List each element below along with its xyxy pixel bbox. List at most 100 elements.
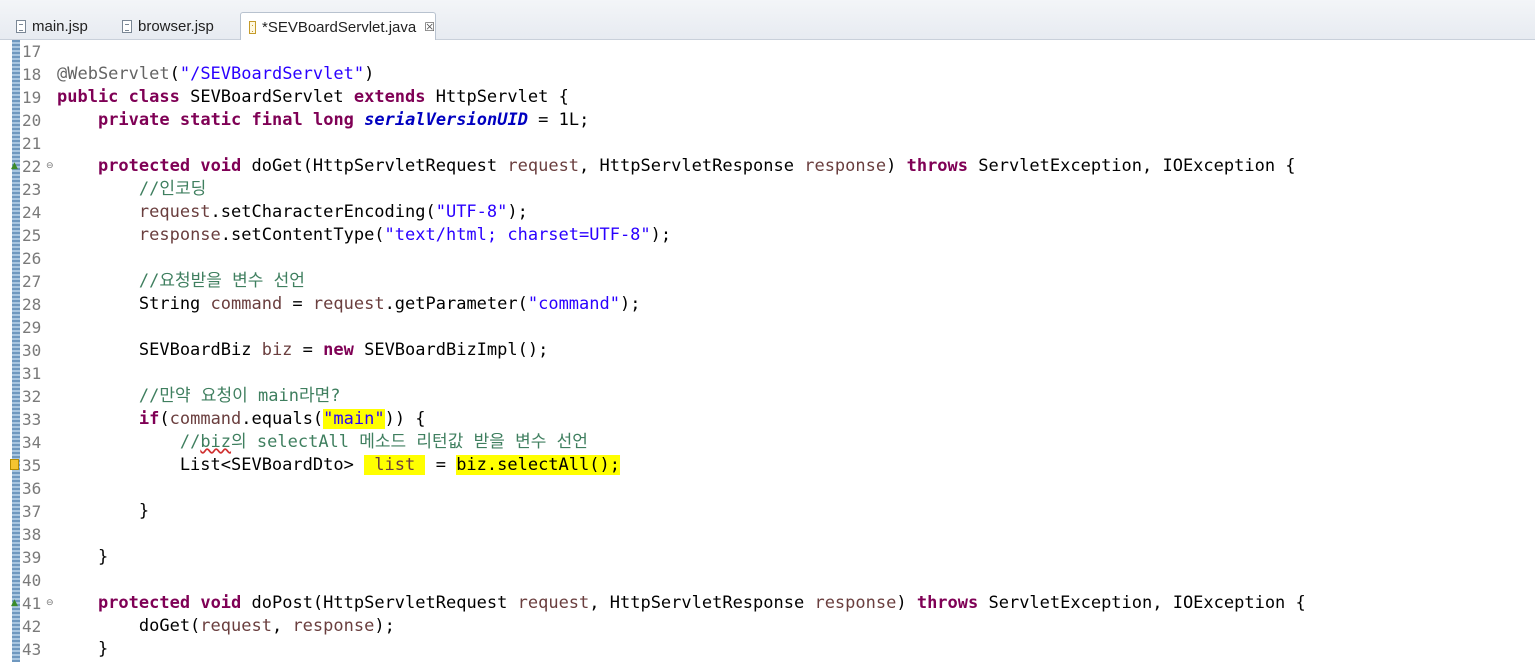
code-token: "UTF-8" — [435, 202, 508, 222]
tab-browser-jsp[interactable]: browser.jsp — [108, 12, 238, 40]
line-number: 25 — [22, 226, 42, 245]
code-line[interactable]: 17 — [0, 40, 1535, 63]
code-token: private — [97, 110, 170, 130]
code-token: = 1L; — [527, 110, 590, 130]
code-token: .setContentType( — [220, 225, 385, 245]
line-number: 24 — [22, 203, 42, 222]
code-token: 의 selectAll 메소드 리턴값 받을 변수 선언 — [231, 432, 588, 452]
code-text: List<SEVBoardDto> list = biz.selectAll()… — [57, 454, 620, 477]
code-line[interactable]: 21 — [0, 132, 1535, 155]
tab-sevboardservlet-java[interactable]: *SEVBoardServlet.java ☒ — [240, 12, 436, 41]
code-text: //인코딩 — [57, 178, 206, 201]
code-token: = — [282, 294, 313, 314]
code-line[interactable]: 26 — [0, 247, 1535, 270]
code-line[interactable]: 33 if(command.equals("main")) { — [0, 408, 1535, 431]
code-line[interactable]: 20 private static final long serialVersi… — [0, 109, 1535, 132]
code-line[interactable]: 35 List<SEVBoardDto> list = biz.selectAl… — [0, 454, 1535, 477]
line-number: 27 — [22, 272, 42, 291]
code-token: ) — [896, 593, 917, 613]
code-line[interactable]: 27 //요청받을 변수 선언 — [0, 270, 1535, 293]
code-text: } — [57, 546, 108, 569]
line-number: 33 — [22, 410, 42, 429]
code-token: command — [169, 409, 242, 429]
code-line[interactable]: 25 response.setContentType("text/html; c… — [0, 224, 1535, 247]
code-text: //요청받을 변수 선언 — [57, 270, 305, 293]
code-token: throws — [906, 156, 969, 176]
code-token: new — [323, 340, 354, 360]
code-token: "text/html; charset=UTF-8" — [384, 225, 651, 245]
line-number: 28 — [22, 295, 42, 314]
code-text: protected void doPost(HttpServletRequest… — [57, 592, 1306, 615]
line-number: 42 — [22, 617, 42, 636]
code-line[interactable]: 22 ▲ ⊖ protected void doGet(HttpServletReq… — [0, 155, 1535, 178]
code-token: biz — [200, 432, 232, 452]
line-number: 34 — [22, 433, 42, 452]
close-icon[interactable]: ☒ — [424, 20, 435, 34]
code-line[interactable]: 24 request.setCharacterEncoding("UTF-8")… — [0, 201, 1535, 224]
code-token: } — [57, 547, 109, 567]
line-number: 22 — [22, 157, 42, 176]
code-line[interactable]: 31 — [0, 362, 1535, 385]
code-line[interactable]: 32 //만약 요청이 main라면? — [0, 385, 1535, 408]
code-text: private static final long serialVersionU… — [57, 109, 589, 132]
code-line[interactable]: 30 SEVBoardBiz biz = new SEVBoardBizImpl… — [0, 339, 1535, 362]
code-token: ); — [650, 225, 672, 245]
code-text: response.setContentType("text/html; char… — [57, 224, 671, 247]
code-text: //biz의 selectAll 메소드 리턴값 받을 변수 선언 — [57, 431, 588, 454]
code-token: list — [364, 455, 426, 475]
code-token: @WebServlet — [57, 64, 170, 84]
code-token: , HttpServletResponse — [589, 593, 815, 613]
code-text: } — [57, 638, 108, 661]
fold-toggle-icon[interactable]: ⊖ — [46, 598, 54, 608]
code-line[interactable]: 42 doGet(request, response); — [0, 615, 1535, 638]
line-number: 38 — [22, 525, 42, 544]
line-number: 31 — [22, 364, 42, 383]
code-token: response — [138, 225, 221, 245]
code-line[interactable]: 34 //biz의 selectAll 메소드 리턴값 받을 변수 선언 — [0, 431, 1535, 454]
code-line[interactable]: 43 } — [0, 638, 1535, 661]
tab-label: browser.jsp — [138, 17, 214, 35]
code-line[interactable]: 28 String command = request.getParameter… — [0, 293, 1535, 316]
code-token: ( — [159, 409, 170, 429]
warning-marker-icon[interactable] — [10, 459, 19, 470]
line-number: 19 — [22, 88, 42, 107]
fold-toggle-icon[interactable]: ⊖ — [46, 161, 54, 171]
line-number: 41 — [22, 594, 42, 613]
code-token: request — [507, 156, 580, 176]
code-token: //인코딩 — [138, 179, 207, 199]
line-number: 26 — [22, 249, 42, 268]
tab-main-jsp[interactable]: main.jsp — [2, 12, 108, 40]
code-token: "/SEVBoardServlet" — [179, 64, 365, 84]
code-token: request — [138, 202, 211, 222]
code-token: //요청받을 변수 선언 — [138, 271, 305, 291]
code-line[interactable]: 29 — [0, 316, 1535, 339]
code-line[interactable]: 40 — [0, 569, 1535, 592]
code-token: doGet(HttpServletRequest — [241, 156, 508, 176]
code-token: class — [128, 87, 180, 107]
tab-label: *SEVBoardServlet.java — [261, 18, 417, 36]
line-number: 35 — [22, 456, 42, 475]
code-token: ( — [169, 64, 180, 84]
code-editor[interactable]: 17 18 @WebServlet("/SEVBoardServlet") 19 pub… — [0, 40, 1535, 662]
code-token: "command" — [527, 294, 620, 314]
code-line[interactable]: 36 — [0, 477, 1535, 500]
code-line[interactable]: 38 — [0, 523, 1535, 546]
line-number: 40 — [22, 571, 42, 590]
code-line[interactable]: 18 @WebServlet("/SEVBoardServlet") — [0, 63, 1535, 86]
code-line[interactable]: 23 //인코딩 — [0, 178, 1535, 201]
code-text: if(command.equals("main")) { — [57, 408, 426, 431]
code-line[interactable]: 41 ▲ ⊖ protected void doPost(HttpServletRe… — [0, 592, 1535, 615]
code-token: request — [200, 616, 272, 636]
java-file-icon — [249, 20, 256, 34]
line-number: 23 — [22, 180, 42, 199]
code-line[interactable]: 39 } — [0, 546, 1535, 569]
code-token: throws — [916, 593, 979, 613]
code-line[interactable]: 19 public class SEVBoardServlet extends H… — [0, 86, 1535, 109]
code-text: doGet(request, response); — [57, 615, 395, 638]
code-line[interactable]: 37 } — [0, 500, 1535, 523]
